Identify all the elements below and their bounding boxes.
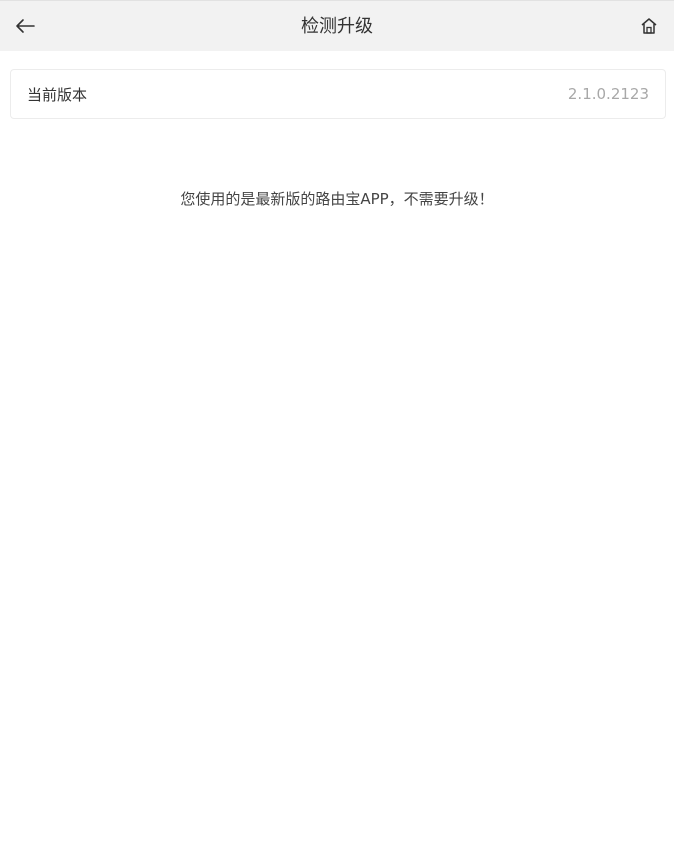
current-version-value: 2.1.0.2123 [567, 85, 649, 103]
page-title: 检测升级 [301, 16, 373, 37]
home-button[interactable] [632, 9, 666, 43]
home-icon [641, 18, 657, 34]
current-version-label: 当前版本 [27, 85, 88, 104]
top-bar: 检测升级 [0, 0, 674, 51]
arrow-left-icon [16, 19, 35, 33]
up-to-date-message: 您使用的是最新版的路由宝APP，不需要升级！ [180, 190, 494, 208]
current-version-row: 当前版本 2.1.0.2123 [10, 69, 666, 119]
back-button[interactable] [8, 9, 42, 43]
